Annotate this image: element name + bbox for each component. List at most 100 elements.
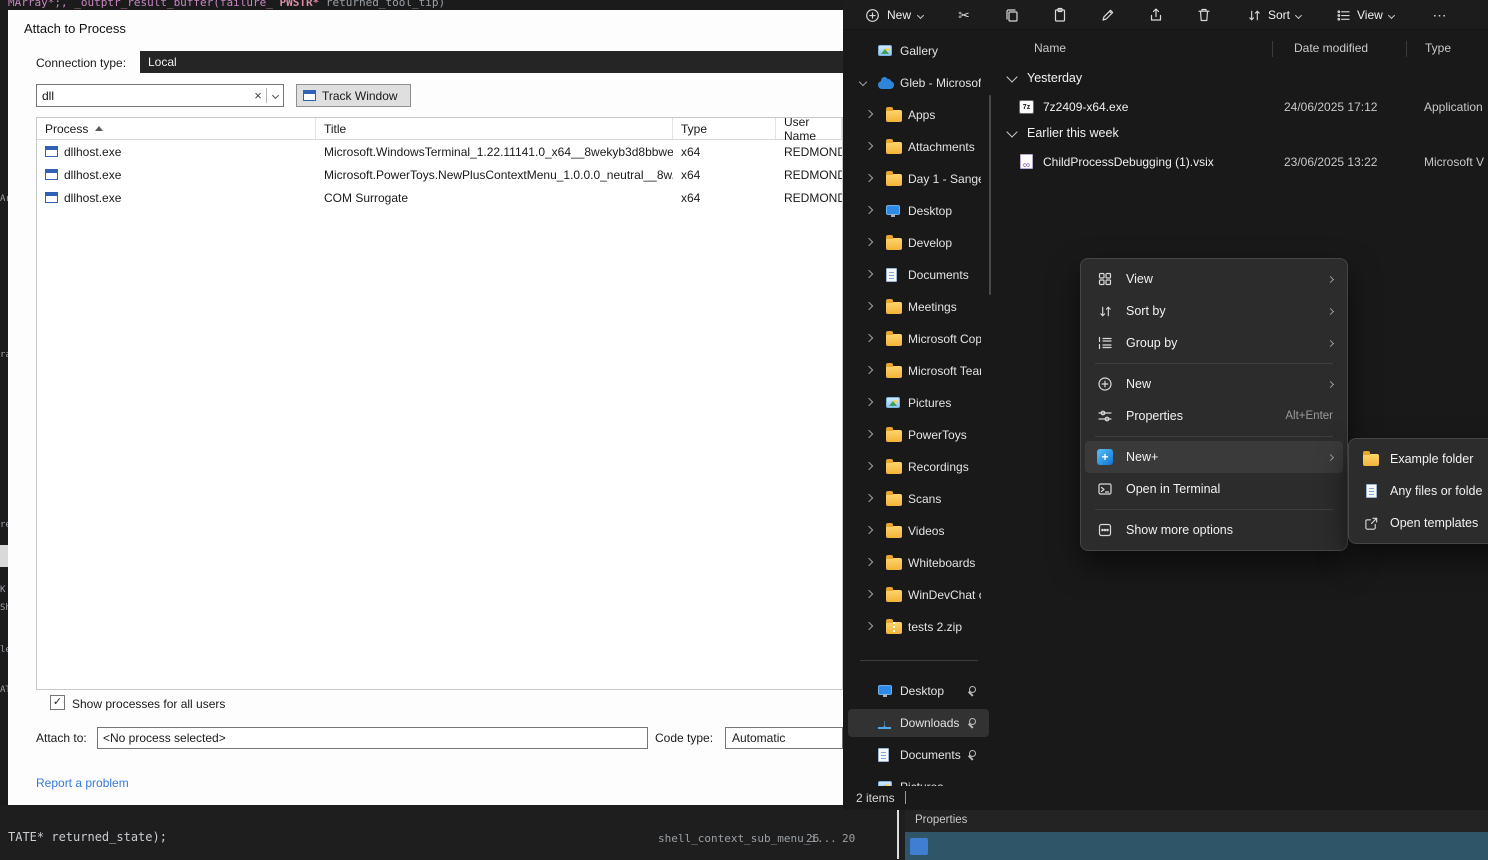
- view-button[interactable]: View: [1328, 3, 1402, 27]
- file-row[interactable]: ChildProcessDebugging (1).vsix 23/06/202…: [1003, 151, 1484, 175]
- show-all-users-checkbox[interactable]: ✓: [50, 695, 65, 710]
- menu-item-group-by[interactable]: Group by: [1085, 327, 1343, 359]
- column-title[interactable]: Title: [316, 118, 673, 139]
- properties-icon: [1097, 408, 1113, 424]
- sidebar-item-scans[interactable]: Scans: [848, 485, 989, 513]
- attach-to-input[interactable]: [97, 727, 648, 749]
- chevron-right-icon[interactable]: [865, 110, 873, 118]
- menu-item-new-plus[interactable]: New+: [1085, 441, 1343, 473]
- sidebar-item-microsoft-teams[interactable]: Microsoft Tear: [848, 357, 989, 385]
- sidebar-item-desktop[interactable]: Desktop: [848, 197, 989, 225]
- sidebar-item-whiteboards[interactable]: Whiteboards: [848, 549, 989, 577]
- sidebar-item-desktop-pinned[interactable]: Desktop: [848, 677, 989, 705]
- sidebar-item-downloads-pinned[interactable]: Downloads: [848, 709, 989, 737]
- folder-icon: [886, 526, 902, 538]
- column-divider[interactable]: [1272, 41, 1273, 57]
- more-options-button[interactable]: ⋯: [1426, 3, 1454, 27]
- sidebar-scrollbar[interactable]: [989, 95, 991, 295]
- file-row[interactable]: 7z2409-x64.exe 24/06/2025 17:12 Applicat…: [1003, 96, 1484, 120]
- sidebar-item-onedrive[interactable]: Gleb - Microsoft: [848, 69, 989, 97]
- sidebar-item-pictures[interactable]: Pictures: [848, 389, 989, 417]
- group-header[interactable]: Yesterday: [1027, 71, 1082, 85]
- menu-item-properties[interactable]: Properties Alt+Enter: [1085, 400, 1343, 432]
- chevron-right-icon[interactable]: [865, 526, 873, 534]
- connection-type-dropdown[interactable]: Local: [140, 51, 843, 73]
- chevron-down-icon[interactable]: [859, 78, 867, 86]
- chevron-right-icon: [1327, 339, 1334, 346]
- sidebar-item-videos[interactable]: Videos: [848, 517, 989, 545]
- column-process[interactable]: Process: [37, 118, 316, 139]
- column-divider[interactable]: [1406, 41, 1407, 57]
- chevron-right-icon[interactable]: [865, 558, 873, 566]
- process-row[interactable]: dllhost.exe Microsoft.PowerToys.NewPlusC…: [37, 163, 842, 186]
- chevron-right-icon[interactable]: [865, 366, 873, 374]
- copy-button[interactable]: [998, 3, 1026, 27]
- menu-item-sort-by[interactable]: Sort by: [1085, 295, 1343, 327]
- sidebar-item-microsoft-copilot[interactable]: Microsoft Cop: [848, 325, 989, 353]
- sidebar-item-powertoys[interactable]: PowerToys: [848, 421, 989, 449]
- menu-item-show-more-options[interactable]: Show more options: [1085, 514, 1343, 546]
- rename-icon: [1100, 7, 1116, 23]
- process-row[interactable]: dllhost.exe Microsoft.WindowsTerminal_1.…: [37, 140, 842, 163]
- chevron-right-icon[interactable]: [865, 174, 873, 182]
- editor-scrollbar[interactable]: [897, 809, 899, 859]
- folder-icon: [886, 494, 902, 506]
- paste-button[interactable]: [1046, 3, 1074, 27]
- sidebar-item-documents-pinned[interactable]: Documents: [848, 741, 989, 769]
- filter-dropdown-button[interactable]: [267, 93, 283, 98]
- chevron-right-icon[interactable]: [865, 142, 873, 150]
- submenu-item-any-files[interactable]: Any files or folde: [1353, 475, 1488, 507]
- new-button[interactable]: New: [856, 3, 932, 27]
- cut-button[interactable]: ✂: [950, 3, 978, 27]
- pin-icon: [967, 686, 977, 696]
- group-header[interactable]: Earlier this week: [1027, 126, 1119, 140]
- sidebar-item-develop[interactable]: Develop: [848, 229, 989, 257]
- sidebar-item-recordings[interactable]: Recordings: [848, 453, 989, 481]
- clear-filter-icon[interactable]: ×: [250, 88, 266, 103]
- column-header-name[interactable]: Name: [1034, 41, 1066, 55]
- menu-item-new[interactable]: New: [1085, 368, 1343, 400]
- chevron-right-icon[interactable]: [865, 238, 873, 246]
- chevron-right-icon[interactable]: [865, 430, 873, 438]
- track-window-button[interactable]: Track Window: [296, 84, 411, 107]
- sort-button[interactable]: Sort: [1239, 3, 1309, 27]
- sidebar-item-documents[interactable]: Documents: [848, 261, 989, 289]
- sidebar-item-gallery[interactable]: Gallery: [848, 37, 989, 65]
- chevron-right-icon[interactable]: [865, 398, 873, 406]
- sidebar-item-label: Develop: [908, 236, 981, 250]
- sidebar-item-day1[interactable]: Day 1 - Sangee: [848, 165, 989, 193]
- submenu-item-open-templates[interactable]: Open templates: [1353, 507, 1488, 539]
- group-collapse-icon[interactable]: [1006, 71, 1017, 82]
- sidebar-item-windevchat[interactable]: WinDevChat c: [848, 581, 989, 609]
- file-name: ChildProcessDebugging (1).vsix: [1043, 155, 1214, 169]
- chevron-right-icon[interactable]: [865, 462, 873, 470]
- sidebar-item-apps[interactable]: Apps: [848, 101, 989, 129]
- menu-item-open-in-terminal[interactable]: Open in Terminal: [1085, 473, 1343, 505]
- process-filter-input[interactable]: [37, 89, 250, 103]
- submenu-item-example-folder[interactable]: Example folder: [1353, 443, 1488, 475]
- menu-item-label: Show more options: [1126, 523, 1233, 537]
- column-user-name[interactable]: User Name: [776, 118, 842, 139]
- chevron-right-icon[interactable]: [865, 590, 873, 598]
- sidebar-item-attachments[interactable]: Attachments: [848, 133, 989, 161]
- report-problem-link[interactable]: Report a problem: [36, 776, 129, 790]
- sidebar-item-meetings[interactable]: Meetings: [848, 293, 989, 321]
- share-button[interactable]: [1142, 3, 1170, 27]
- delete-button[interactable]: [1190, 3, 1218, 27]
- chevron-right-icon[interactable]: [865, 622, 873, 630]
- chevron-right-icon[interactable]: [865, 270, 873, 278]
- group-collapse-icon[interactable]: [1006, 126, 1017, 137]
- menu-item-view[interactable]: View: [1085, 263, 1343, 295]
- column-header-date-modified[interactable]: Date modified: [1294, 41, 1368, 55]
- column-header-type[interactable]: Type: [1425, 41, 1451, 55]
- code-type-dropdown[interactable]: Automatic: [725, 727, 843, 749]
- chevron-right-icon[interactable]: [865, 302, 873, 310]
- column-type[interactable]: Type: [673, 118, 776, 139]
- chevron-right-icon[interactable]: [865, 206, 873, 214]
- chevron-right-icon[interactable]: [865, 334, 873, 342]
- process-row[interactable]: dllhost.exe COM Surrogate x64 REDMOND: [37, 186, 842, 209]
- rename-button[interactable]: [1094, 3, 1122, 27]
- chevron-right-icon[interactable]: [865, 494, 873, 502]
- sidebar-item-tests-zip[interactable]: tests 2.zip: [848, 613, 989, 641]
- show-all-users-label[interactable]: Show processes for all users: [72, 697, 225, 711]
